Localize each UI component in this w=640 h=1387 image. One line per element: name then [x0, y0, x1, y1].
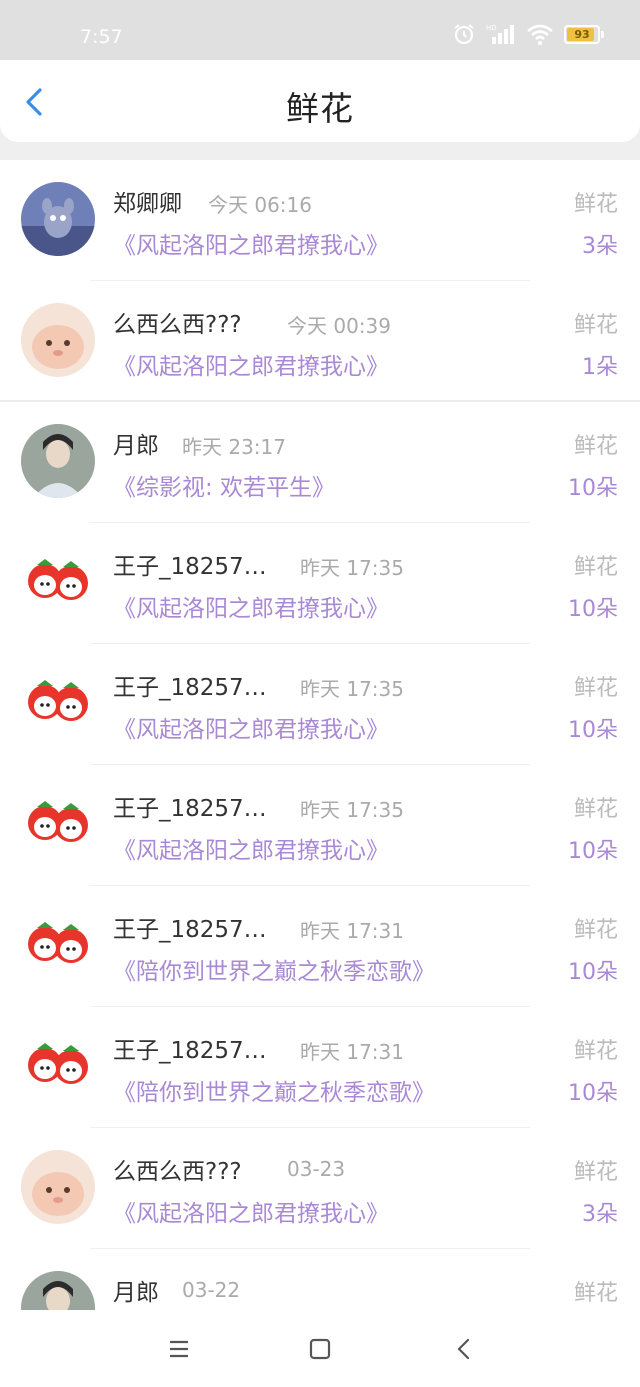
gift-count: 10朵 — [568, 839, 618, 864]
list-item[interactable]: 王子_18257… 昨天 17:35 《风起洛阳之郎君撩我心》 鲜花 10朵 — [0, 644, 640, 765]
gift-count: 10朵 — [568, 476, 618, 501]
gift-time: 03-23 — [287, 1157, 346, 1181]
gift-label: 鲜花 — [573, 676, 618, 701]
page-header: 鲜花 — [0, 60, 640, 142]
gift-time: 昨天 17:31 — [300, 919, 404, 943]
battery-icon: 93 — [564, 24, 604, 44]
battery-level: 93 — [574, 27, 590, 41]
gift-list[interactable]: 郑卿卿 今天 06:16 《风起洛阳之郎君撩我心》 鲜花 3朵 么西么西??? … — [0, 160, 640, 1310]
book-title[interactable]: 《风起洛阳之郎君撩我心》 — [113, 1194, 389, 1228]
book-title[interactable]: 《风起洛阳之郎君撩我心》 — [113, 226, 389, 260]
book-title[interactable]: 《风起洛阳之郎君撩我心》 — [113, 589, 389, 623]
gift-label: 鲜花 — [573, 1281, 618, 1306]
avatar[interactable] — [21, 1029, 95, 1103]
gift-label: 鲜花 — [573, 192, 618, 217]
gift-time: 昨天 17:35 — [300, 798, 404, 822]
gift-time: 昨天 17:35 — [300, 677, 404, 701]
user-name: 王子_18257… — [113, 796, 267, 822]
svg-text:HD: HD — [486, 24, 497, 32]
gift-time: 昨天 17:35 — [300, 556, 404, 580]
gift-time: 今天 06:16 — [208, 193, 312, 217]
alarm-icon — [454, 24, 474, 45]
page-title: 鲜花 — [286, 89, 354, 128]
gift-label: 鲜花 — [573, 797, 618, 822]
avatar[interactable] — [21, 424, 95, 498]
gift-time: 03-22 — [182, 1278, 241, 1302]
avatar[interactable] — [21, 787, 95, 861]
avatar[interactable] — [21, 666, 95, 740]
avatar[interactable] — [21, 908, 95, 982]
list-item[interactable]: 月郎 03-22 鲜花 — [0, 1249, 640, 1310]
status-bar: 7:57 HD 93 — [0, 0, 640, 60]
list-item[interactable]: 王子_18257… 昨天 17:31 《陪你到世界之巅之秋季恋歌》 鲜花 10朵 — [0, 886, 640, 1007]
gift-label: 鲜花 — [573, 434, 618, 459]
book-title[interactable]: 《综影视: 欢若平生》 — [113, 468, 335, 502]
user-name: 王子_18257… — [113, 1038, 267, 1064]
system-nav-bar — [0, 1310, 640, 1387]
book-title[interactable]: 《风起洛阳之郎君撩我心》 — [113, 347, 389, 381]
list-item[interactable]: 王子_18257… 昨天 17:35 《风起洛阳之郎君撩我心》 鲜花 10朵 — [0, 765, 640, 886]
gift-count: 3朵 — [582, 234, 618, 259]
book-title[interactable]: 《陪你到世界之巅之秋季恋歌》 — [113, 952, 435, 986]
gift-time: 昨天 23:17 — [182, 435, 286, 459]
gift-label: 鲜花 — [573, 1160, 618, 1185]
list-item[interactable]: 么西么西??? 03-23 《风起洛阳之郎君撩我心》 鲜花 3朵 — [0, 1128, 640, 1249]
list-item[interactable]: 王子_18257… 昨天 17:31 《陪你到世界之巅之秋季恋歌》 鲜花 10朵 — [0, 1007, 640, 1128]
wifi-icon — [527, 24, 553, 45]
gift-label: 鲜花 — [573, 1039, 618, 1064]
gift-label: 鲜花 — [573, 555, 618, 580]
book-title[interactable]: 《风起洛阳之郎君撩我心》 — [113, 710, 389, 744]
list-item[interactable]: 郑卿卿 今天 06:16 《风起洛阳之郎君撩我心》 鲜花 3朵 — [0, 160, 640, 281]
user-name: 月郎 — [113, 1280, 159, 1306]
user-name: 郑卿卿 — [113, 191, 182, 217]
gift-count: 10朵 — [568, 1081, 618, 1106]
gift-label: 鲜花 — [573, 313, 618, 338]
gift-time: 今天 00:39 — [287, 314, 391, 338]
home-square-icon[interactable] — [306, 1335, 334, 1363]
gift-count: 10朵 — [568, 597, 618, 622]
user-name: 么西么西??? — [113, 312, 242, 338]
user-name: 王子_18257… — [113, 554, 267, 580]
avatar[interactable] — [21, 1271, 95, 1310]
status-icons: HD 93 — [452, 22, 604, 46]
avatar[interactable] — [21, 182, 95, 256]
avatar[interactable] — [21, 1150, 95, 1224]
book-title[interactable]: 《风起洛阳之郎君撩我心》 — [113, 831, 389, 865]
gift-count: 1朵 — [582, 355, 618, 380]
book-title[interactable]: 《陪你到世界之巅之秋季恋歌》 — [113, 1073, 435, 1107]
gift-count: 10朵 — [568, 718, 618, 743]
list-item[interactable]: 月郎 昨天 23:17 《综影视: 欢若平生》 鲜花 10朵 — [0, 402, 640, 523]
user-name: 月郎 — [113, 433, 159, 459]
menu-icon[interactable] — [165, 1335, 193, 1363]
user-name: 么西么西??? — [113, 1159, 242, 1185]
list-item[interactable]: 王子_18257… 昨天 17:35 《风起洛阳之郎君撩我心》 鲜花 10朵 — [0, 523, 640, 644]
gift-count: 10朵 — [568, 960, 618, 985]
list-item[interactable]: 么西么西??? 今天 00:39 《风起洛阳之郎君撩我心》 鲜花 1朵 — [0, 281, 640, 402]
gift-count: 3朵 — [582, 1202, 618, 1227]
hd-signal-icon: HD — [486, 24, 514, 44]
user-name: 王子_18257… — [113, 675, 267, 701]
status-time: 7:57 — [80, 26, 123, 48]
gift-label: 鲜花 — [573, 918, 618, 943]
gift-time: 昨天 17:31 — [300, 1040, 404, 1064]
avatar[interactable] — [21, 545, 95, 619]
user-name: 王子_18257… — [113, 917, 267, 943]
avatar[interactable] — [21, 303, 95, 377]
back-triangle-icon[interactable] — [450, 1335, 478, 1363]
